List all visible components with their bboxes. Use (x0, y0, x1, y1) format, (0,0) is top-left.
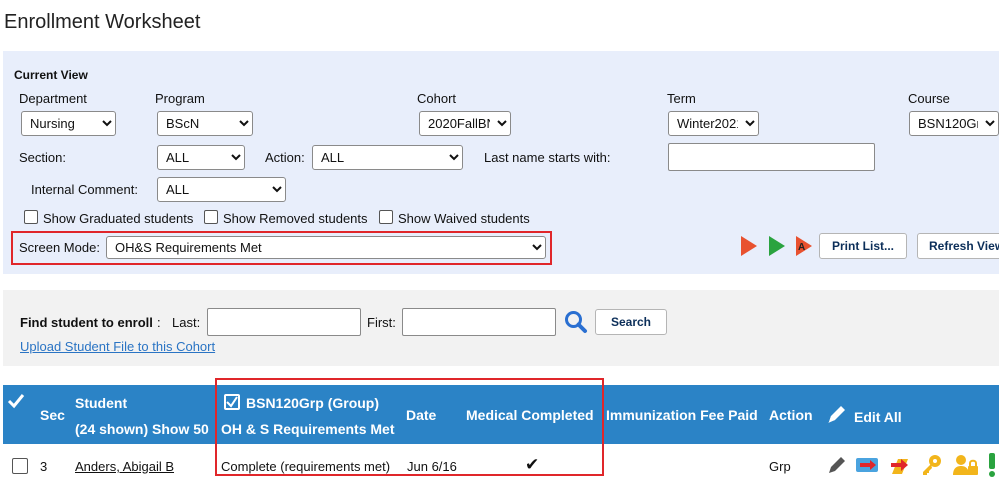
find-colon: : (157, 315, 161, 330)
print-list-button[interactable]: Print List... (819, 233, 907, 259)
last-name-input[interactable] (668, 143, 875, 171)
course-label: Course (908, 91, 950, 106)
row-select-checkbox[interactable] (12, 458, 28, 474)
last-label: Last: (172, 315, 201, 330)
show-waived-checkbox[interactable] (379, 210, 393, 224)
show-removed-checkbox[interactable] (204, 210, 218, 224)
last-name-label: Last name starts with: (484, 150, 611, 165)
term-label: Term (667, 91, 696, 106)
play-red-icon[interactable] (740, 235, 758, 257)
screen-mode-select[interactable]: OH&S Requirements Met (106, 236, 546, 259)
internal-comment-label: Internal Comment: (31, 182, 138, 197)
term-select[interactable]: Winter2021 (668, 111, 759, 136)
current-view-heading: Current View (14, 68, 88, 82)
header-sec[interactable]: Sec (40, 407, 65, 423)
user-lock-icon[interactable] (952, 453, 980, 477)
upload-student-file-link[interactable]: Upload Student File to this Cohort (20, 339, 215, 354)
header-student[interactable]: Student (75, 395, 127, 411)
edit-all-link[interactable]: Edit All (854, 409, 902, 425)
find-student-label: Find student to enroll (20, 315, 153, 330)
section-select[interactable]: ALL (157, 145, 245, 170)
header-student-sub[interactable]: (24 shown) Show 50 (75, 421, 209, 437)
search-button[interactable]: Search (595, 309, 667, 335)
show-waived-label: Show Waived students (398, 211, 530, 226)
program-select[interactable]: BScN (157, 111, 253, 136)
transfer-arrow-icon[interactable] (855, 455, 881, 475)
row-student-link[interactable]: Anders, Abigail B (75, 459, 174, 474)
pencil-icon[interactable] (826, 403, 848, 425)
find-last-input[interactable] (207, 308, 361, 336)
group-columns-highlight (215, 378, 604, 476)
screen-mode-label: Screen Mode: (19, 240, 100, 255)
page-title: Enrollment Worksheet (4, 11, 201, 33)
department-label: Department (19, 91, 87, 106)
svg-text:A: A (798, 242, 805, 253)
action-label: Action: (265, 150, 305, 165)
play-green-icon[interactable] (768, 235, 786, 257)
internal-comment-select[interactable]: ALL (157, 177, 286, 202)
alert-exclamation-icon[interactable] (986, 452, 998, 478)
header-immunization: Immunization Fee Paid (606, 407, 758, 423)
exit-arrow-icon[interactable] (888, 453, 914, 477)
action-select[interactable]: ALL (312, 145, 463, 170)
cohort-select[interactable]: 2020FallBN (419, 111, 511, 136)
play-alphabetical-icon[interactable]: A (795, 235, 813, 257)
edit-pencil-icon[interactable] (826, 454, 848, 476)
program-label: Program (155, 91, 205, 106)
show-removed-label: Show Removed students (223, 211, 368, 226)
find-first-input[interactable] (402, 308, 556, 336)
show-graduated-checkbox[interactable] (24, 210, 38, 224)
course-select[interactable]: BSN120Grp (909, 111, 999, 136)
row-action: Grp (769, 459, 791, 474)
refresh-view-button[interactable]: Refresh View (917, 233, 999, 259)
row-sec: 3 (40, 459, 48, 474)
cohort-label: Cohort (417, 91, 457, 106)
department-select[interactable]: Nursing (21, 111, 116, 136)
key-icon[interactable] (920, 453, 944, 477)
show-graduated-label: Show Graduated students (43, 211, 194, 226)
section-label: Section: (19, 150, 66, 165)
first-label: First: (367, 315, 396, 330)
select-all-check-icon[interactable] (7, 393, 25, 409)
search-icon[interactable] (564, 310, 588, 334)
header-action: Action (769, 407, 813, 423)
